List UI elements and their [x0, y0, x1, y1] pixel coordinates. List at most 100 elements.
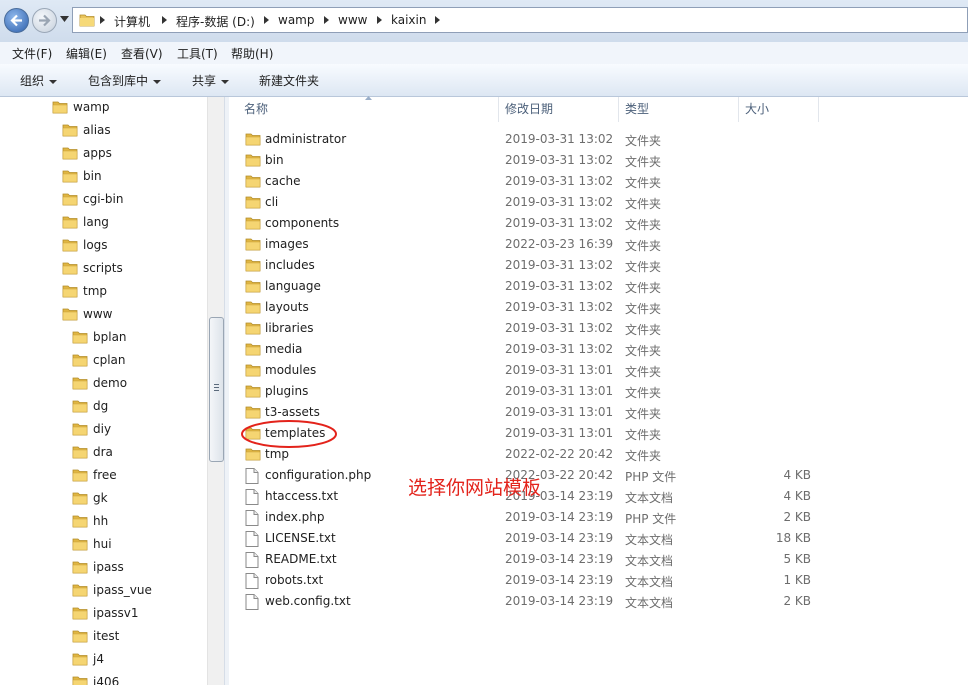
file-name: modules [265, 363, 317, 377]
tree-item-label: ipassv1 [93, 606, 139, 620]
folder-icon [245, 364, 261, 377]
file-date: 2019-03-31 13:01 [505, 384, 614, 398]
pane-divider[interactable] [224, 97, 229, 685]
folder-row[interactable]: cache 2019-03-31 13:02 文件夹 [240, 171, 960, 192]
address-box[interactable]: 计算机 程序-数据 (D:) wamp www kaixin [72, 7, 968, 33]
breadcrumb-separator-icon[interactable] [100, 16, 105, 24]
folder-row[interactable]: cli 2019-03-31 13:02 文件夹 [240, 192, 960, 213]
folder-row[interactable]: plugins 2019-03-31 13:01 文件夹 [240, 381, 960, 402]
file-name: robots.txt [265, 573, 324, 587]
document-icon [245, 594, 259, 610]
column-header-date[interactable]: 修改日期 [505, 100, 553, 117]
folder-row[interactable]: components 2019-03-31 13:02 文件夹 [240, 213, 960, 234]
folder-row[interactable]: bin 2019-03-31 13:02 文件夹 [240, 150, 960, 171]
folder-icon [72, 377, 88, 390]
recent-pages-dropdown-icon[interactable] [60, 16, 69, 22]
file-name: language [265, 279, 321, 293]
tree-item-label: wamp [73, 100, 110, 114]
breadcrumb-kaixin[interactable]: kaixin [391, 13, 426, 27]
chevron-down-icon [221, 79, 230, 84]
folder-icon [62, 262, 78, 275]
column-separator[interactable] [738, 97, 739, 122]
column-separator[interactable] [618, 97, 619, 122]
column-header-type[interactable]: 类型 [625, 100, 649, 117]
organize-label: 组织 [20, 74, 45, 88]
arrow-left-icon [10, 14, 22, 27]
folder-icon [72, 584, 88, 597]
tree-item-label: bin [83, 169, 102, 183]
file-row[interactable]: README.txt 2019-03-14 23:19 文本文档 5 KB [240, 549, 960, 570]
file-row[interactable]: LICENSE.txt 2019-03-14 23:19 文本文档 18 KB [240, 528, 960, 549]
organize-button[interactable]: 组织 [20, 72, 58, 89]
tree-item-label: cplan [93, 353, 126, 367]
folder-icon [62, 285, 78, 298]
tree-item-label: j4 [93, 652, 104, 666]
breadcrumb-wamp[interactable]: wamp [278, 13, 314, 27]
folder-row[interactable]: language 2019-03-31 13:02 文件夹 [240, 276, 960, 297]
scrollbar-thumb[interactable] [209, 317, 224, 462]
folder-row[interactable]: includes 2019-03-31 13:02 文件夹 [240, 255, 960, 276]
file-size: 4 KB [783, 489, 811, 503]
menu-help[interactable]: 帮助(H) [231, 45, 273, 62]
command-toolbar: 组织 包含到库中 共享 新建文件夹 [0, 64, 968, 97]
breadcrumb-separator-icon[interactable] [324, 16, 329, 24]
folder-row[interactable]: t3-assets 2019-03-31 13:01 文件夹 [240, 402, 960, 423]
nav-scrollbar[interactable] [207, 97, 225, 685]
file-date: 2019-03-31 13:02 [505, 195, 614, 209]
folder-icon [245, 133, 261, 146]
file-name: libraries [265, 321, 314, 335]
file-row[interactable]: configuration.php 2022-03-22 20:42 PHP 文件 4… [240, 465, 960, 486]
sort-ascending-icon [365, 96, 372, 100]
breadcrumb-separator-icon[interactable] [264, 16, 269, 24]
breadcrumb-www[interactable]: www [338, 13, 367, 27]
file-name: layouts [265, 300, 309, 314]
file-row[interactable]: index.php 2019-03-14 23:19 PHP 文件 2 KB [240, 507, 960, 528]
menu-edit[interactable]: 编辑(E) [66, 45, 107, 62]
folder-row[interactable]: administrator 2019-03-31 13:02 文件夹 [240, 129, 960, 150]
share-button[interactable]: 共享 [192, 72, 230, 89]
highlight-ellipse [241, 420, 337, 448]
breadcrumb-separator-icon[interactable] [162, 16, 167, 24]
column-separator[interactable] [818, 97, 819, 122]
file-name: cli [265, 195, 279, 209]
breadcrumb-drive[interactable]: 程序-数据 (D:) [176, 13, 255, 30]
navigation-pane[interactable]: wamp alias apps bin cgi-bin lang logs scripts tm… [0, 97, 224, 685]
folder-icon [72, 676, 88, 685]
breadcrumb-computer[interactable]: 计算机 [114, 13, 150, 30]
column-header-name[interactable]: 名称 [244, 100, 268, 117]
folder-icon [72, 423, 88, 436]
file-row[interactable]: web.config.txt 2019-03-14 23:19 文本文档 2 KB [240, 591, 960, 612]
file-name: configuration.php [265, 468, 372, 482]
document-icon [245, 531, 259, 547]
folder-row[interactable]: media 2019-03-31 13:02 文件夹 [240, 339, 960, 360]
menu-view[interactable]: 查看(V) [121, 45, 163, 62]
file-date: 2019-03-31 13:02 [505, 216, 614, 230]
column-header-size[interactable]: 大小 [745, 100, 769, 117]
folder-icon [62, 239, 78, 252]
file-date: 2019-03-31 13:02 [505, 279, 614, 293]
file-name: includes [265, 258, 315, 272]
document-icon [245, 468, 259, 484]
folder-row[interactable]: modules 2019-03-31 13:01 文件夹 [240, 360, 960, 381]
file-date: 2019-03-31 13:02 [505, 300, 614, 314]
folder-row[interactable]: layouts 2019-03-31 13:02 文件夹 [240, 297, 960, 318]
new-folder-button[interactable]: 新建文件夹 [259, 72, 319, 89]
tree-item-label: apps [83, 146, 112, 160]
include-library-button[interactable]: 包含到库中 [88, 72, 162, 89]
chevron-down-icon [49, 79, 58, 84]
file-row[interactable]: robots.txt 2019-03-14 23:19 文本文档 1 KB [240, 570, 960, 591]
back-button[interactable] [4, 8, 29, 33]
file-name: t3-assets [265, 405, 320, 419]
folder-icon [62, 308, 78, 321]
file-row[interactable]: htaccess.txt 2019-03-14 23:19 文本文档 4 KB [240, 486, 960, 507]
column-separator[interactable] [498, 97, 499, 122]
menu-tools[interactable]: 工具(T) [177, 45, 218, 62]
folder-row[interactable]: tmp 2022-02-22 20:42 文件夹 [240, 444, 960, 465]
folder-row[interactable]: templates 2019-03-31 13:01 文件夹 [240, 423, 960, 444]
forward-button[interactable] [32, 8, 57, 33]
breadcrumb-separator-icon[interactable] [377, 16, 382, 24]
folder-row[interactable]: images 2022-03-23 16:39 文件夹 [240, 234, 960, 255]
menu-file[interactable]: 文件(F) [12, 45, 52, 62]
breadcrumb-separator-icon[interactable] [435, 16, 440, 24]
folder-row[interactable]: libraries 2019-03-31 13:02 文件夹 [240, 318, 960, 339]
